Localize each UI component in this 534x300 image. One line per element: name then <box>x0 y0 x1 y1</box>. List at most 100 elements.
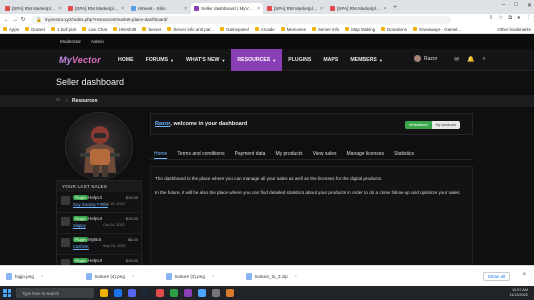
bookmark-item[interactable]: Apps <box>3 27 19 32</box>
forward-icon[interactable]: → <box>11 17 19 23</box>
app-icon[interactable] <box>156 289 164 297</box>
search-icon[interactable]: ⌕ <box>483 56 486 63</box>
bell-icon[interactable]: 🔔 <box>467 56 474 63</box>
bookmark-item[interactable]: Arcade <box>254 27 275 32</box>
close-icon[interactable]: × <box>257 6 260 12</box>
steam-icon[interactable] <box>142 289 150 297</box>
taskbar-search[interactable]: Type here to search <box>16 288 94 298</box>
tab-terms[interactable]: Terms and conditions <box>177 148 224 159</box>
download-item[interactable]: texture (3).png ^ <box>166 271 214 282</box>
back-icon[interactable]: ← <box>3 17 11 23</box>
site-logo[interactable]: MyVector <box>59 55 101 65</box>
list-item[interactable]: Plugin HelpUI $15.00 Gay Society T-Rex O… <box>57 192 141 213</box>
buyer-link[interactable]: Slappy <box>73 223 86 228</box>
bookmark-item[interactable]: Hitesh38 <box>113 27 136 32</box>
bookmark-item[interactable]: Gamepanel <box>220 27 249 32</box>
close-window-icon[interactable]: ✕ <box>527 2 532 9</box>
my-products-toggle[interactable]: My products <box>431 121 461 129</box>
close-icon[interactable]: × <box>383 6 386 12</box>
download-item[interactable]: texture_to_3.zip ^ <box>246 271 297 282</box>
mail-icon[interactable]: ✉ <box>454 56 459 63</box>
new-tab-icon[interactable]: + <box>390 4 400 11</box>
bookmark-item[interactable]: Map Making <box>345 27 375 32</box>
bookmark-item[interactable]: Memories <box>280 27 306 32</box>
app-icon[interactable] <box>212 289 220 297</box>
list-item[interactable]: Plugin MyBot $6.00 CashOK Sep 23, 2022 <box>57 234 141 255</box>
chevron-up-icon[interactable]: ^ <box>132 274 134 279</box>
profile-icon[interactable]: ● <box>517 15 520 22</box>
user-menu[interactable]: Razor <box>414 55 437 62</box>
tab-payment-data[interactable]: Payment data <box>235 148 266 159</box>
bookmark-item[interactable]: Live Chat <box>82 27 107 32</box>
tab-manage-licenses[interactable]: Manage licenses <box>347 148 385 159</box>
product-name[interactable]: HelpUI <box>88 216 102 221</box>
close-icon[interactable]: × <box>184 6 187 12</box>
tab-view-sales[interactable]: View sales <box>313 148 337 159</box>
browser-tab-active[interactable]: Seller dashboard | MyVector Ro× <box>191 3 263 14</box>
user-link[interactable]: Razor <box>155 121 170 127</box>
discord-icon[interactable] <box>128 289 136 297</box>
browser-tab[interactable]: nReest - Slim × <box>128 3 190 14</box>
sale-price: $15.00 <box>125 195 138 200</box>
bookmark-item[interactable]: Server <box>142 27 161 32</box>
moderator-link[interactable]: Moderator <box>60 39 81 44</box>
maximize-icon[interactable]: □ <box>514 2 518 9</box>
bookmark-item[interactable]: Giveaways - Gamel... <box>412 27 461 32</box>
other-bookmarks[interactable]: Other bookmarks <box>497 27 531 32</box>
menu-members[interactable]: MEMBERS ▼ <box>344 49 388 71</box>
chevron-up-icon[interactable]: ^ <box>295 274 297 279</box>
bookmark-item[interactable]: Server info and par... <box>167 27 214 32</box>
close-icon[interactable]: × <box>522 272 526 278</box>
chevron-up-icon[interactable]: ^ <box>41 274 43 279</box>
share-icon[interactable]: ⇪ <box>489 15 494 22</box>
product-name[interactable]: HelpUI <box>88 258 102 263</box>
show-all-button[interactable]: Show all <box>482 272 510 281</box>
list-item[interactable]: Plugin HelpUI $15.00 Slappy Oct 14, 2022 <box>57 213 141 234</box>
extensions-icon[interactable]: ⧉ <box>508 15 512 22</box>
home-icon[interactable]: ⌂ <box>56 97 60 103</box>
menu-plugins[interactable]: PLUGINS <box>282 49 317 71</box>
buyer-link[interactable]: CashOK <box>73 244 89 249</box>
close-icon[interactable]: × <box>58 6 61 12</box>
menu-whats-new[interactable]: WHAT'S NEW ▼ <box>180 49 231 71</box>
chevron-up-icon[interactable]: ^ <box>212 274 214 279</box>
product-name[interactable]: HelpUI <box>88 195 102 200</box>
chrome-icon[interactable] <box>114 289 122 297</box>
minimize-icon[interactable]: – <box>502 2 505 9</box>
app-icon[interactable] <box>170 289 178 297</box>
breadcrumb-resources[interactable]: Resources <box>72 98 98 104</box>
close-icon[interactable]: × <box>320 6 323 12</box>
menu-home[interactable]: HOME <box>112 49 140 71</box>
bookmark-item[interactable]: 1 bull pick <box>50 27 76 32</box>
system-tray-clock[interactable]: 10:57 AM 11/13/2022 <box>509 288 528 298</box>
app-icon[interactable] <box>226 289 234 297</box>
reload-icon[interactable]: ↻ <box>19 16 27 23</box>
tab-home[interactable]: Home <box>154 148 168 159</box>
close-icon[interactable]: × <box>121 6 124 12</box>
menu-resources[interactable]: RESOURCES ▼ <box>231 49 283 71</box>
admin-link[interactable]: Admin <box>91 39 104 44</box>
bookmark-item[interactable]: Donations <box>381 27 407 32</box>
tab-statistics[interactable]: Statistics <box>394 148 414 159</box>
star-icon[interactable]: ☆ <box>498 15 503 22</box>
app-icon[interactable] <box>184 289 192 297</box>
bookmark-item[interactable]: Server info <box>311 27 339 32</box>
file-explorer-icon[interactable] <box>100 289 108 297</box>
tab-my-products[interactable]: My products <box>275 148 302 159</box>
whitelisted-toggle[interactable]: Whitelisted <box>405 121 432 129</box>
browser-tab[interactable]: [SPA] RM Marketplace/Shop - th× <box>2 3 64 14</box>
menu-maps[interactable]: MAPS <box>317 49 344 71</box>
url-field[interactable]: 🔒 myvector.xyz/index.php?resources/market… <box>31 15 451 24</box>
browser-tab[interactable]: [SPA] RM Marketplace/Shop - th× <box>65 3 127 14</box>
download-item[interactable]: fogjo.png ^ <box>6 271 43 282</box>
menu-forums[interactable]: FORUMS ▼ <box>140 49 180 71</box>
browser-tab[interactable]: [SPA] RM Marketplace/Shop - th× <box>327 3 389 14</box>
bookmark-item[interactable]: Gusset <box>25 27 45 32</box>
app-icon[interactable] <box>198 289 206 297</box>
product-name[interactable]: MyBot <box>88 237 101 242</box>
page-title: Seller dashboard <box>56 77 125 87</box>
browser-tab[interactable]: [SPA] RM Marketplace/Shop - th× <box>264 3 326 14</box>
windows-start-icon[interactable] <box>3 289 11 297</box>
menu-icon[interactable]: ⋮ <box>526 15 532 22</box>
download-item[interactable]: texture (4).png ^ <box>86 271 134 282</box>
